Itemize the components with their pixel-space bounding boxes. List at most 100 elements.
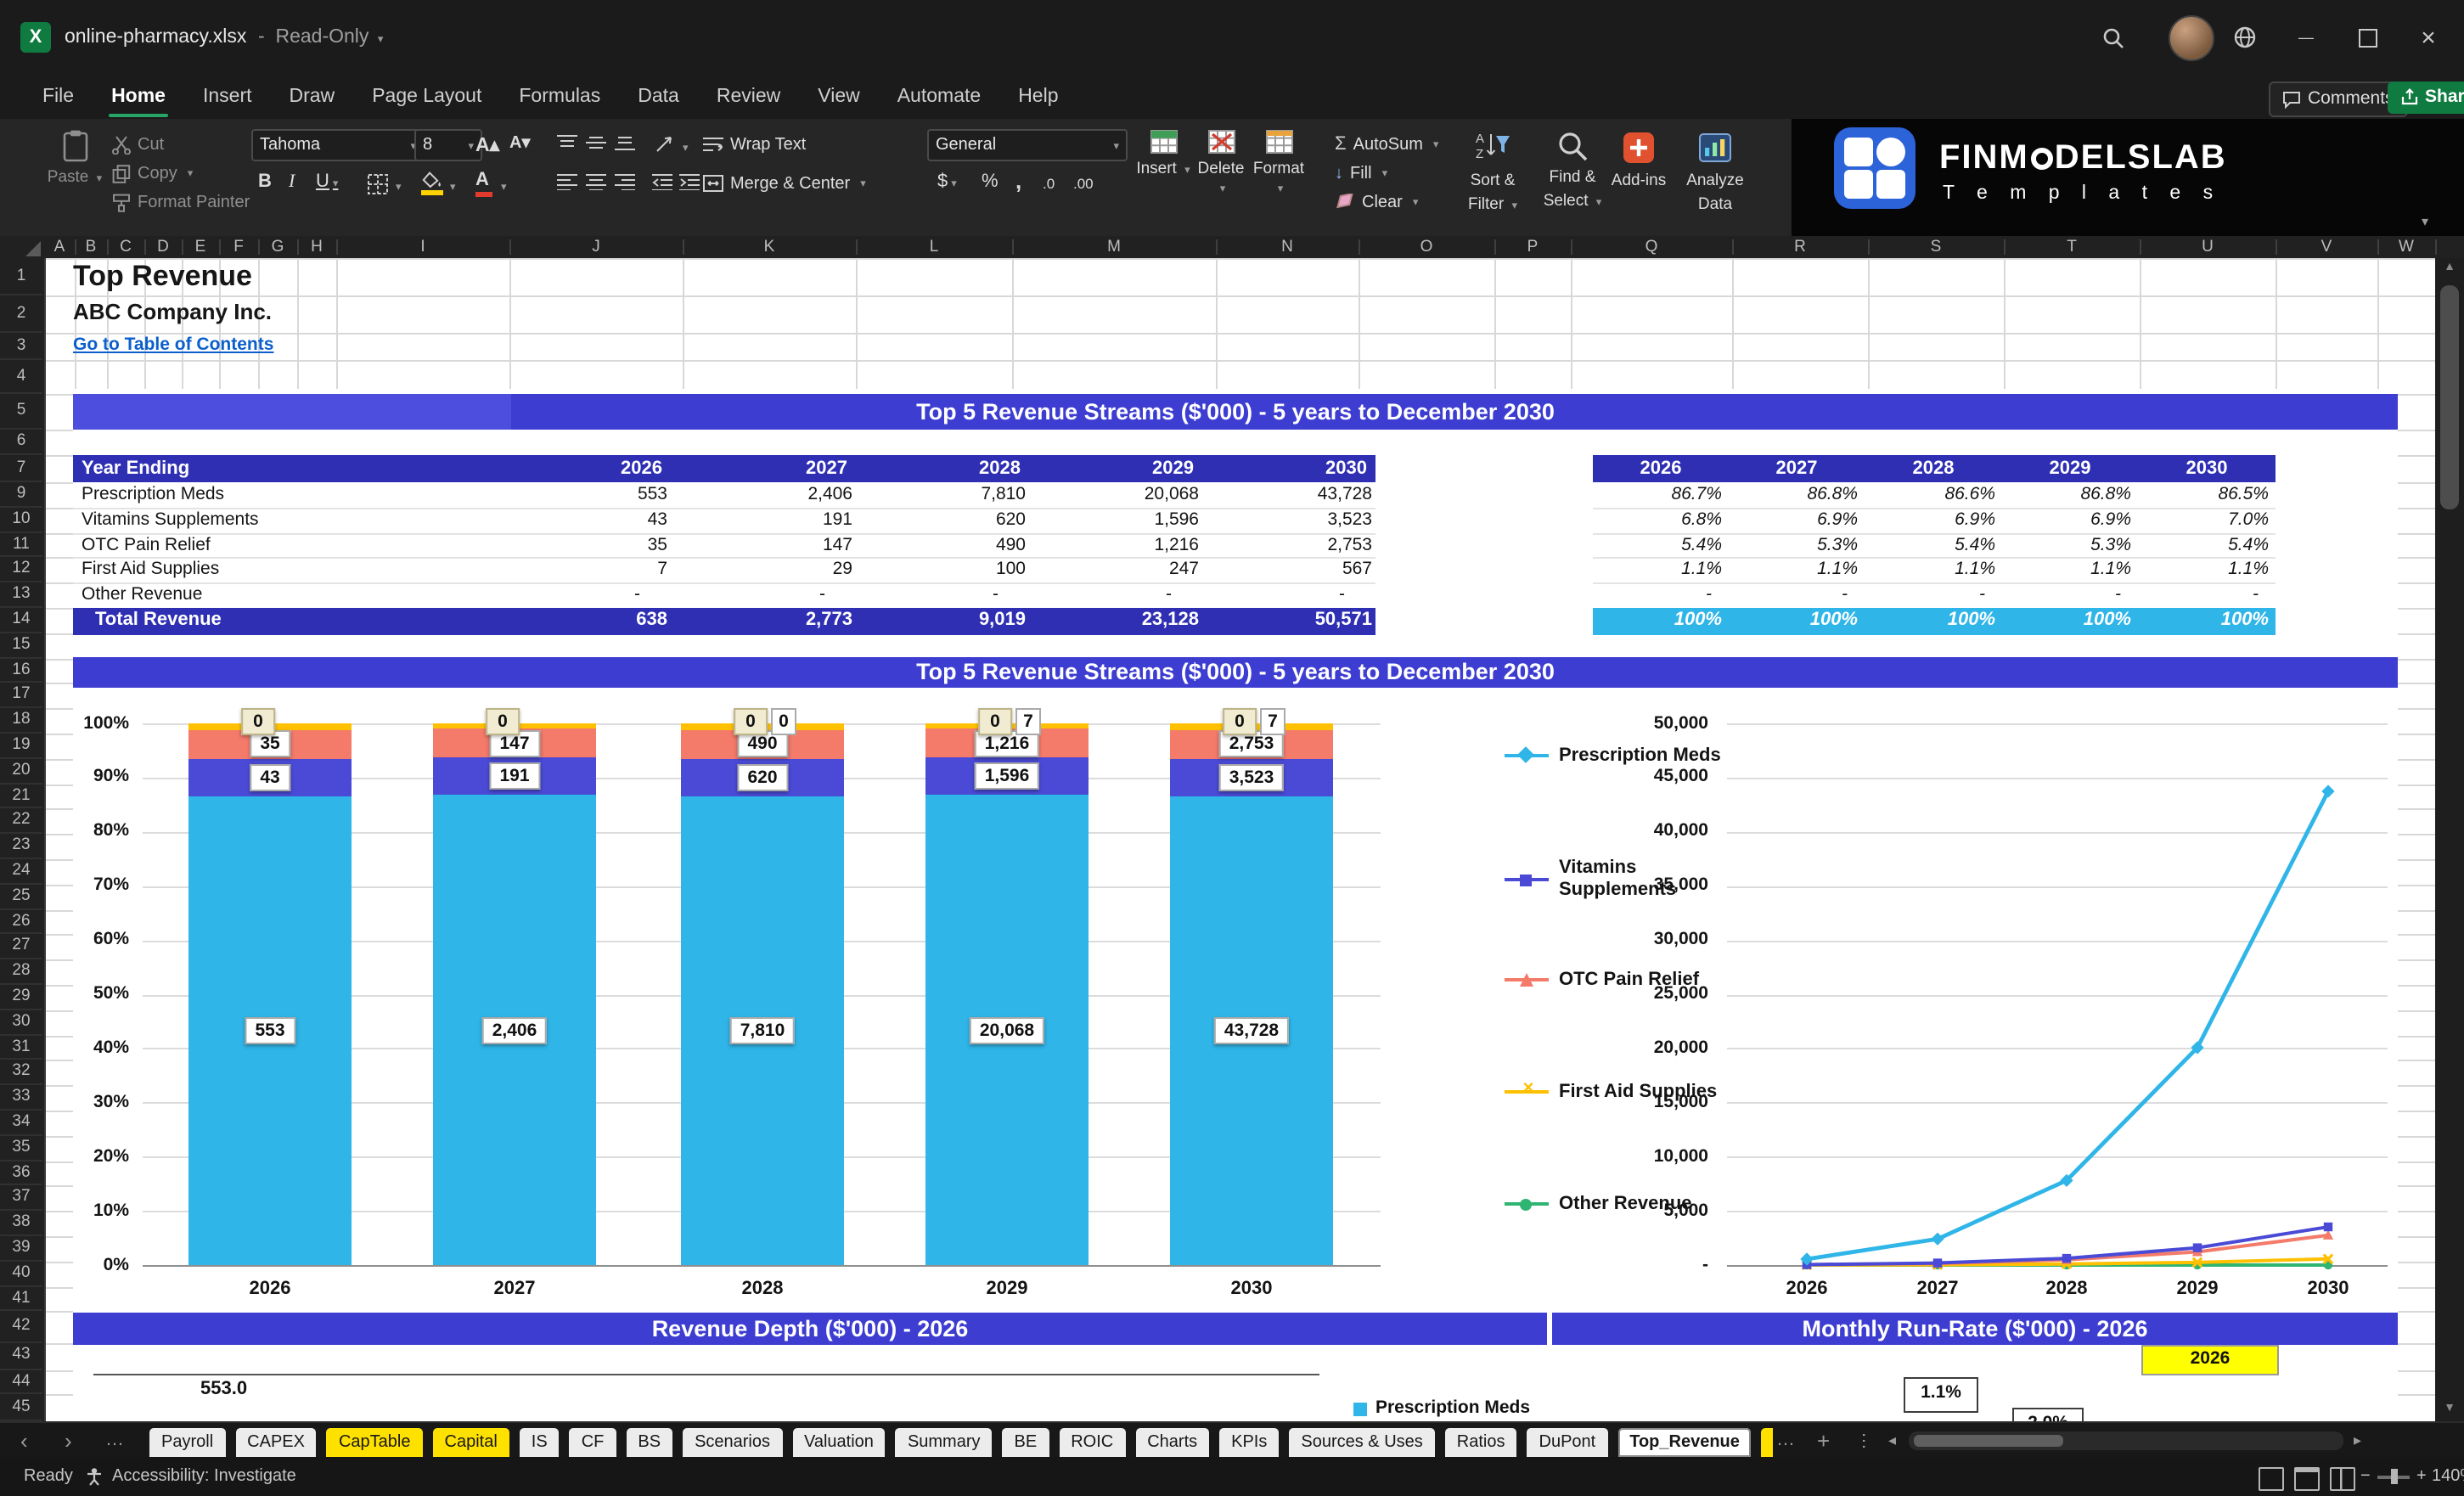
tabs-scroll-left-icon[interactable]: ‹	[20, 1423, 28, 1459]
format-painter-button[interactable]: Format Painter	[112, 190, 250, 214]
normal-view-button[interactable]	[2259, 1466, 2284, 1490]
vertical-scrollbar[interactable]: ▲ ▼	[2435, 258, 2464, 1421]
decrease-indent-button[interactable]	[652, 173, 672, 190]
increase-decimal-button[interactable]: .00	[1073, 175, 1094, 192]
row-header-43[interactable]: 43	[0, 1344, 42, 1370]
minimize-button[interactable]: —	[2279, 0, 2333, 75]
menu-tab-view[interactable]: View	[799, 75, 878, 119]
excel-app-icon[interactable]: X	[20, 22, 51, 53]
row-header-10[interactable]: 10	[0, 508, 42, 533]
table-cell-value[interactable]: 2,753	[1219, 532, 1372, 558]
row-header-40[interactable]: 40	[0, 1262, 42, 1287]
table-cell-value[interactable]: 29	[700, 558, 852, 583]
menu-tab-formulas[interactable]: Formulas	[500, 75, 619, 119]
pct-cell-value[interactable]: 1.1%	[1865, 558, 1995, 583]
pct-cell-value[interactable]: 5.4%	[1593, 532, 1722, 558]
percent-format-button[interactable]: %	[982, 172, 999, 192]
sheet-tab-charts[interactable]: Charts	[1135, 1428, 1210, 1457]
sheet-tab-scenarios[interactable]: Scenarios	[683, 1428, 782, 1457]
paste-button[interactable]: Paste ▾	[44, 129, 105, 187]
row-header-23[interactable]: 23	[0, 834, 42, 859]
column-header-N[interactable]: N	[1270, 236, 1304, 258]
menu-tab-home[interactable]: Home	[93, 75, 184, 119]
row-header-13[interactable]: 13	[0, 582, 42, 608]
workbook-mode[interactable]: - Read-Only ▾	[258, 0, 383, 75]
align-center-button[interactable]	[586, 173, 606, 190]
row-header-35[interactable]: 35	[0, 1136, 42, 1161]
comma-format-button[interactable]: ,	[1015, 168, 1021, 194]
table-cell-value[interactable]: -	[515, 582, 640, 608]
pct-cell-value[interactable]: 5.3%	[1729, 532, 1858, 558]
column-header-O[interactable]: O	[1409, 236, 1443, 258]
row-header-15[interactable]: 15	[0, 633, 42, 659]
row-header-4[interactable]: 4	[0, 360, 42, 394]
menu-tab-help[interactable]: Help	[999, 75, 1077, 119]
table-cell-value[interactable]: 7,810	[873, 482, 1026, 508]
table-cell-value[interactable]: 100	[873, 558, 1026, 583]
pct-cell-value[interactable]: 1.1%	[1593, 558, 1722, 583]
column-header-H[interactable]: H	[300, 236, 334, 258]
menu-tab-data[interactable]: Data	[619, 75, 698, 119]
sort-filter-button[interactable]: AZ Sort & Filter ▾	[1454, 129, 1532, 214]
row-header-38[interactable]: 38	[0, 1211, 42, 1236]
table-cell-value[interactable]: 191	[700, 508, 852, 533]
pct-cell-value[interactable]: 86.8%	[1729, 482, 1858, 508]
row-header-3[interactable]: 3	[0, 333, 42, 360]
row-header-11[interactable]: 11	[0, 532, 42, 558]
close-button[interactable]: ×	[2401, 0, 2456, 75]
tabs-list-icon[interactable]: …	[105, 1423, 124, 1459]
add-ins-button[interactable]: Add-ins	[1603, 129, 1674, 190]
fill-color-button[interactable]	[421, 172, 443, 195]
column-header-I[interactable]: I	[406, 236, 440, 258]
column-header-D[interactable]: D	[146, 236, 180, 258]
column-header-M[interactable]: M	[1097, 236, 1131, 258]
column-header-J[interactable]: J	[579, 236, 613, 258]
table-row-label-other-revenue[interactable]: Other Revenue	[82, 582, 421, 608]
share-button[interactable]: Share ▾	[2388, 81, 2464, 113]
row-header-17[interactable]: 17	[0, 683, 42, 709]
tab-options-icon[interactable]: …	[1849, 1431, 1885, 1450]
table-cell-value[interactable]: -	[873, 582, 999, 608]
table-cell-value[interactable]: 147	[700, 532, 852, 558]
horizontal-scrollbar-thumb[interactable]	[1914, 1435, 2063, 1447]
sheet-tab-valuation[interactable]: Valuation	[792, 1428, 886, 1457]
pct-cell-value[interactable]: -	[1729, 582, 1848, 608]
row-header-27[interactable]: 27	[0, 935, 42, 960]
pct-cell-value[interactable]: 5.4%	[1865, 532, 1995, 558]
hscroll-left-icon[interactable]: ◂	[1888, 1423, 1896, 1459]
italic-button[interactable]: I	[289, 172, 295, 192]
table-cell-value[interactable]: 3,523	[1219, 508, 1372, 533]
pct-cell-value[interactable]: 1.1%	[2138, 558, 2269, 583]
column-header-A[interactable]: A	[42, 236, 76, 258]
pct-cell-value[interactable]: 1.1%	[1729, 558, 1858, 583]
column-header-P[interactable]: P	[1516, 236, 1550, 258]
row-header-18[interactable]: 18	[0, 708, 42, 734]
decrease-decimal-button[interactable]: .0	[1043, 175, 1055, 192]
sheet-tab-capex[interactable]: CAPEX	[235, 1428, 317, 1457]
search-button[interactable]	[2085, 0, 2140, 75]
row-header-25[interactable]: 25	[0, 885, 42, 910]
menu-tab-review[interactable]: Review	[698, 75, 799, 119]
row-header-9[interactable]: 9	[0, 482, 42, 508]
sheet-tab-is[interactable]: IS	[519, 1428, 560, 1457]
collapse-ribbon-icon[interactable]: ▾	[2422, 214, 2428, 229]
pct-cell-value[interactable]: 5.4%	[2138, 532, 2269, 558]
table-cell-value[interactable]: 43,728	[1219, 482, 1372, 508]
table-cell-value[interactable]: -	[700, 582, 825, 608]
network-button[interactable]	[2218, 0, 2272, 75]
zoom-in-button[interactable]: +	[2416, 1457, 2427, 1496]
number-format-combo[interactable]: General ▾	[927, 129, 1128, 161]
pct-cell-value[interactable]: 1.1%	[2002, 558, 2131, 583]
table-row-label-otc-pain-relief[interactable]: OTC Pain Relief	[82, 532, 421, 558]
column-header-K[interactable]: K	[752, 236, 786, 258]
pct-cell-value[interactable]: 6.9%	[1865, 508, 1995, 533]
row-header-2[interactable]: 2	[0, 295, 42, 333]
pct-cell-value[interactable]: 6.9%	[2002, 508, 2131, 533]
insert-cells-button[interactable]: Insert ▾	[1134, 129, 1192, 178]
column-header-S[interactable]: S	[1919, 236, 1953, 258]
column-header-V[interactable]: V	[2309, 236, 2343, 258]
column-header-U[interactable]: U	[2191, 236, 2225, 258]
menu-tab-file[interactable]: File	[24, 75, 93, 119]
row-header-41[interactable]: 41	[0, 1286, 42, 1312]
row-header-26[interactable]: 26	[0, 909, 42, 935]
